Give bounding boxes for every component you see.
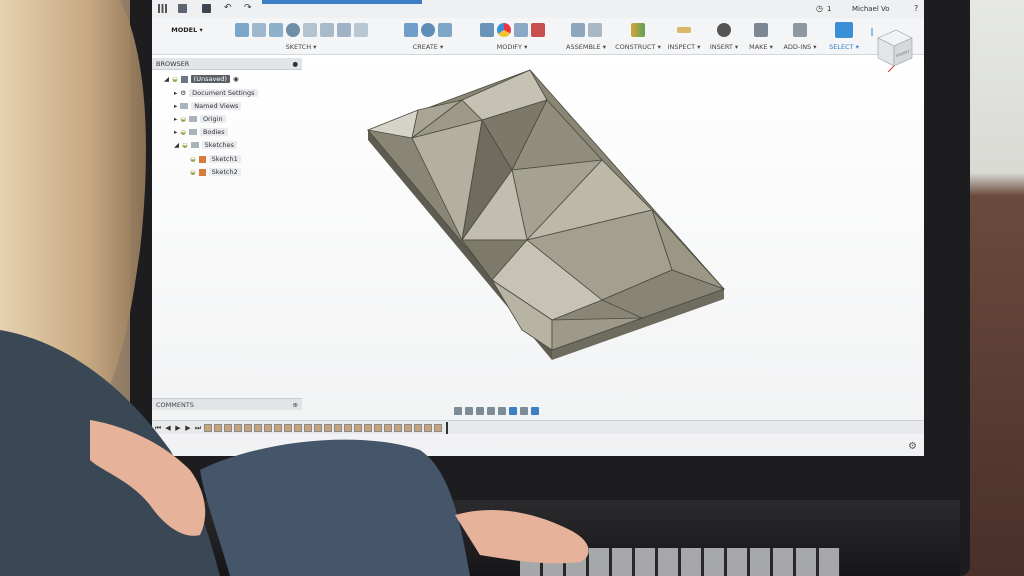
right-hand xyxy=(455,510,589,564)
person-foreground xyxy=(0,0,589,576)
sleeve-right xyxy=(200,439,470,576)
